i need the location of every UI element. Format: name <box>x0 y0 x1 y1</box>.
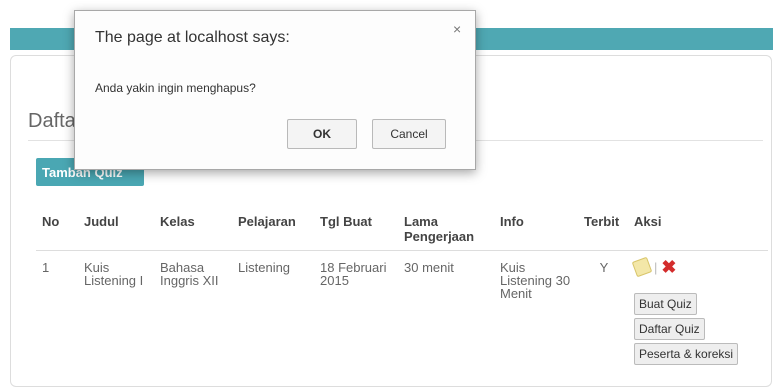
ok-button[interactable]: OK <box>287 119 357 149</box>
close-icon[interactable]: × <box>453 21 461 37</box>
dialog-title: The page at localhost says: <box>95 29 290 46</box>
dialog-overlay: The page at localhost says: × Anda yakin… <box>0 0 773 363</box>
cancel-button[interactable]: Cancel <box>372 119 446 149</box>
dialog-message: Anda yakin ingin menghapus? <box>95 81 256 95</box>
confirm-dialog: The page at localhost says: × Anda yakin… <box>74 10 476 170</box>
